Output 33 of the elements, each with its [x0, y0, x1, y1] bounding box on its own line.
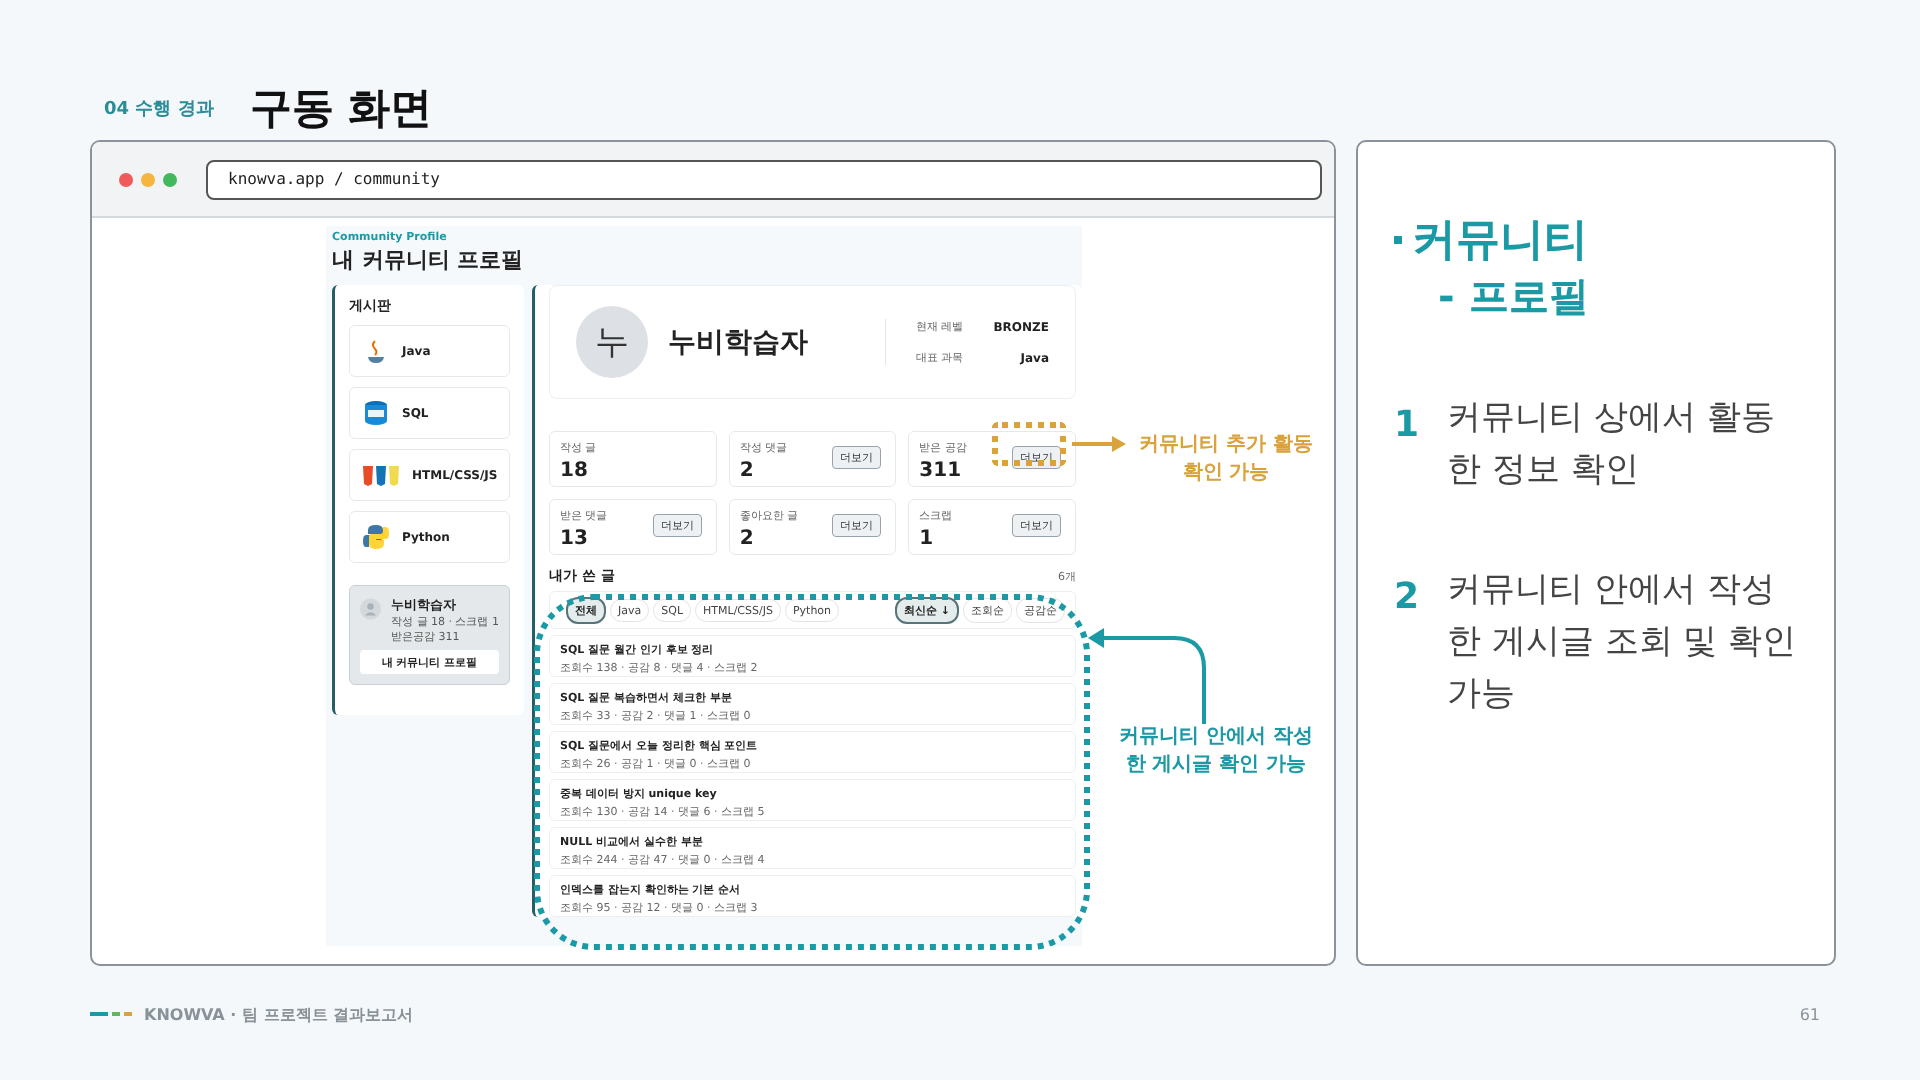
point-text: 커뮤니티 안에서 작성한 게시글 조회 및 확인 가능: [1447, 568, 1799, 718]
window-controls-icon: [118, 171, 178, 187]
section-label: 04 수행 경과: [104, 97, 214, 121]
note-heading: 커뮤니티: [1412, 214, 1588, 270]
slide-title: 구동 화면: [249, 82, 433, 136]
stat-value: 2: [739, 525, 754, 549]
coffee-cup-icon: [362, 337, 390, 365]
dashes-icon: [90, 1010, 132, 1018]
annotation-text: 커뮤니티 추가 활동 확인 가능: [1137, 432, 1315, 488]
note-subheading: - 프로필: [1438, 270, 1591, 324]
highlight-box: [992, 422, 1066, 466]
page-number: 61: [1799, 1005, 1820, 1023]
point-number: 2: [1394, 576, 1420, 618]
stat-value: 13: [560, 525, 588, 549]
arrow-icon: [1086, 624, 1210, 724]
shields-icon: [362, 462, 400, 488]
footer-title: KNOWVA · 팀 프로젝트 결과보고서: [144, 1003, 416, 1025]
database-icon: [362, 399, 390, 427]
bullet-icon: [1394, 236, 1402, 244]
page-title: 내 커뮤니티 프로필: [332, 246, 526, 275]
stat-value: 2: [739, 457, 754, 481]
avatar-icon: [360, 596, 381, 622]
arrow-icon: [1072, 434, 1128, 454]
stat-value: 311: [919, 457, 962, 481]
point-text: 커뮤니티 상에서 활동한 정보 확인: [1447, 396, 1777, 494]
avatar: 누: [576, 306, 648, 378]
profile-name: 누비학습자: [668, 323, 810, 361]
point-number: 1: [1394, 404, 1420, 446]
stat-value: 18: [560, 457, 588, 481]
address-field[interactable]: knowva.app / community: [206, 159, 1322, 199]
snakes-icon: [362, 523, 390, 551]
stat-value: 1: [919, 525, 934, 549]
annotation-text: 커뮤니티 안에서 작성한 게시글 확인 가능: [1117, 724, 1315, 780]
